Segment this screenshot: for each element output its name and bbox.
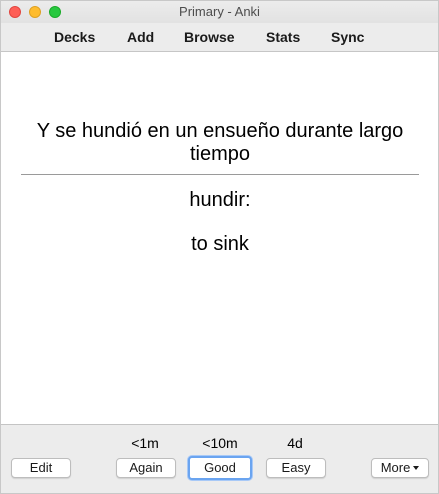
answer-bar: <1m <10m 4d Edit Again Good Easy More: [1, 424, 438, 493]
toolbar-add-link[interactable]: Add: [127, 29, 154, 45]
close-window-icon[interactable]: [9, 6, 21, 18]
card-answer-word: hundir:: [189, 189, 251, 211]
anki-window: Primary - Anki Decks Add Browse Stats Sy…: [0, 0, 439, 494]
good-button-label: Good: [204, 460, 236, 475]
dropdown-caret-icon: [413, 465, 420, 470]
good-button[interactable]: Good: [188, 456, 252, 480]
card-view: Y se hundió en un ensueño durante largo …: [1, 52, 438, 424]
more-button[interactable]: More: [371, 458, 429, 478]
toolbar-decks-link[interactable]: Decks: [54, 29, 95, 45]
window-title: Primary - Anki: [179, 4, 260, 19]
title-bar: Primary - Anki: [1, 1, 438, 23]
toolbar-sync-link[interactable]: Sync: [331, 29, 364, 45]
again-interval: <1m: [131, 435, 159, 451]
more-button-label: More: [380, 460, 411, 475]
toolbar-stats-link[interactable]: Stats: [266, 29, 300, 45]
edit-button-label: Edit: [29, 460, 53, 475]
main-toolbar: Decks Add Browse Stats Sync: [1, 23, 438, 52]
maximize-window-icon[interactable]: [49, 6, 61, 18]
again-button-label: Again: [129, 460, 163, 475]
minimize-window-icon[interactable]: [29, 6, 41, 18]
edit-button[interactable]: Edit: [11, 458, 71, 478]
easy-button[interactable]: Easy: [266, 458, 326, 478]
again-button[interactable]: Again: [116, 458, 176, 478]
easy-button-label: Easy: [281, 460, 311, 475]
toolbar-browse-link[interactable]: Browse: [184, 29, 235, 45]
good-interval: <10m: [202, 435, 238, 451]
easy-interval: 4d: [287, 435, 303, 451]
card-answer-meaning: to sink: [191, 233, 249, 255]
answer-divider: [21, 174, 419, 175]
card-question: Y se hundió en un ensueño durante largo …: [36, 120, 404, 165]
